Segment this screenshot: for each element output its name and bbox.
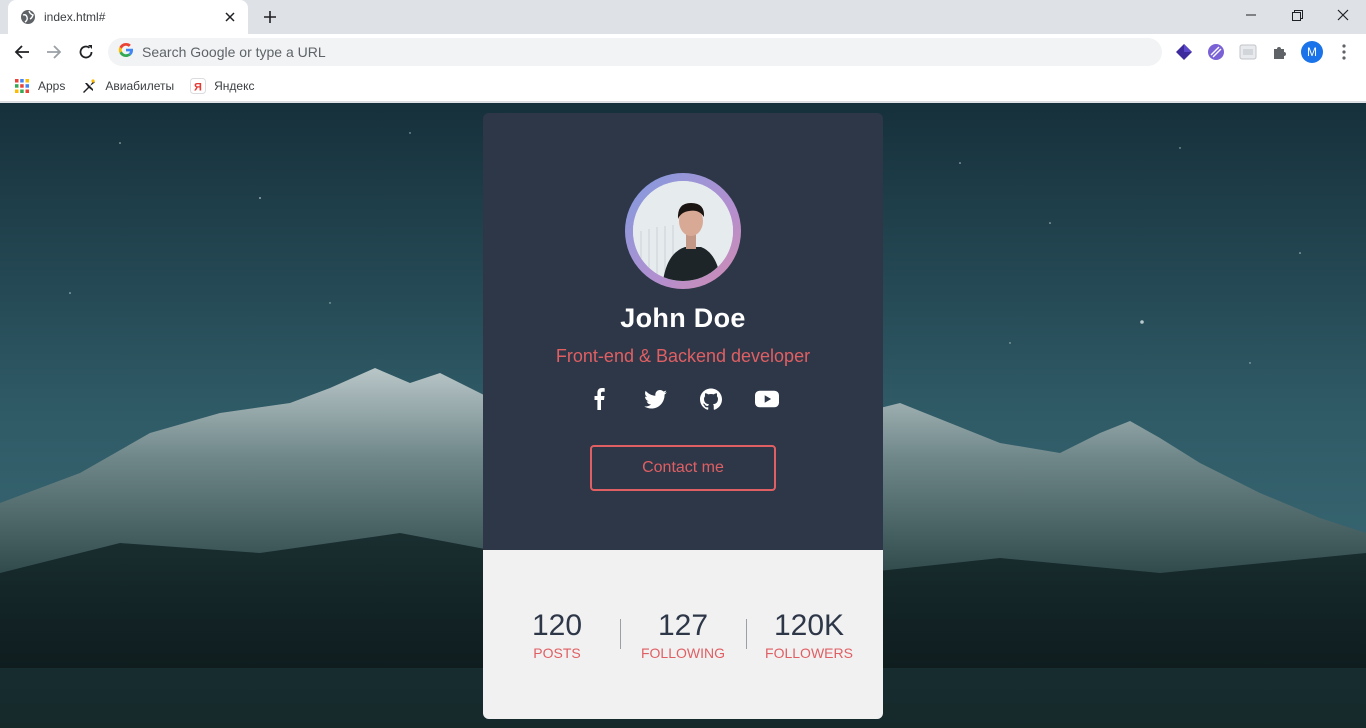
tab-strip: index.html# [0,0,1366,34]
avatar [633,181,733,281]
twitter-icon[interactable] [643,387,667,411]
stat-following: 127 FOLLOWING [620,609,746,661]
browser-tab[interactable]: index.html# [8,0,248,34]
social-links [587,387,779,411]
stat-label: POSTS [533,644,581,661]
new-tab-icon[interactable] [258,5,282,29]
contact-button[interactable]: Contact me [590,445,776,491]
bookmark-label: Apps [38,79,66,93]
plane-icon [81,78,97,94]
profile-initial: M [1301,41,1323,63]
grey-square-icon[interactable] [1236,40,1260,64]
profile-card-header: John Doe Front-end & Backend developer C… [483,113,883,550]
stat-followers: 120K FOLLOWERS [746,609,872,661]
puzzle-icon[interactable] [1268,40,1292,64]
tab-close-icon[interactable] [222,9,238,25]
bookmark-aviabilety[interactable]: Авиабилеты [81,78,174,94]
address-input[interactable] [142,44,1042,60]
restore-icon[interactable] [1274,0,1320,30]
profile-card: John Doe Front-end & Backend developer C… [483,113,883,719]
reload-icon[interactable] [72,38,100,66]
more-vert-icon[interactable] [1332,40,1356,64]
person-photo [633,181,733,281]
close-window-icon[interactable] [1320,0,1366,30]
apps-grid-icon [14,78,30,94]
stat-value: 120K [773,608,845,642]
yandex-icon: Я [190,78,207,94]
page-viewport: John Doe Front-end & Backend developer C… [0,103,1366,728]
avatar-ring [625,173,741,289]
stats-panel: 120 POSTS 127 FOLLOWING 120K FOLLOWERS [483,550,883,719]
svg-text:Я: Я [194,82,202,94]
bookmark-apps[interactable]: Apps [14,78,65,94]
avatar[interactable]: M [1300,40,1324,64]
omnibox[interactable] [108,38,1162,66]
forward-icon[interactable] [40,38,68,66]
stat-label: FOLLOWING [640,644,725,661]
bookmark-label: Яндекс [214,79,255,93]
github-icon[interactable] [699,387,723,411]
striped-circle-icon[interactable] [1204,40,1228,64]
bookmark-yandex[interactable]: Я Яндекс [190,78,254,94]
stat-posts: 120 POSTS [494,609,620,661]
stat-value: 120 [531,608,583,642]
purple-diamond-icon[interactable] [1172,40,1196,64]
stat-value: 127 [657,608,709,642]
google-icon [118,42,134,63]
back-icon[interactable] [8,38,36,66]
globe-icon [20,9,36,25]
tab-title: index.html# [44,10,106,24]
bookmark-label: Авиабилеты [105,79,175,93]
bookmarks-bar: Apps Авиабилеты Я Яндекс [0,71,1366,102]
stat-label: FOLLOWERS [765,644,853,661]
facebook-icon[interactable] [587,387,611,411]
profile-name: John Doe [620,303,746,333]
browser-toolbar: M [0,34,1366,71]
youtube-icon[interactable] [755,387,779,411]
profile-role: Front-end & Backend developer [555,346,811,366]
minimize-icon[interactable] [1228,0,1274,30]
